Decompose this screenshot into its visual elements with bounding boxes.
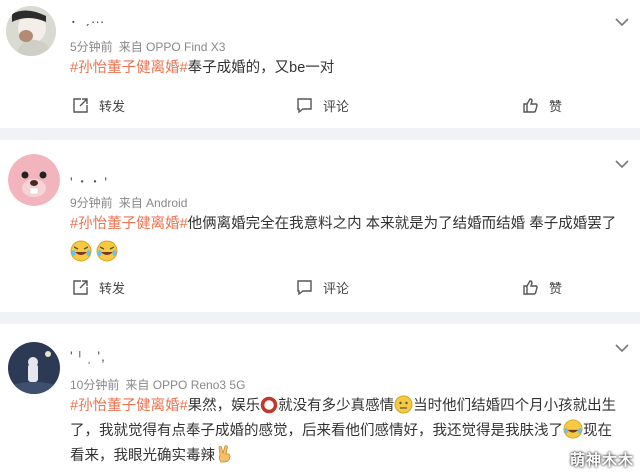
comment-text: #孙怡董子健离婚#他俩离婚完全在我意料之内 本来就是为了结婚而结婚 奉子成婚罢了 bbox=[70, 212, 626, 237]
thumbs-up-icon bbox=[523, 280, 538, 295]
post-meta: 9分钟前 来自 Android bbox=[70, 194, 187, 211]
awkward-smile-emoji-icon bbox=[394, 395, 413, 414]
topic-tag[interactable]: #孙怡董子健离婚# bbox=[70, 398, 188, 414]
avatar[interactable] bbox=[6, 6, 56, 56]
victory-hand-emoji-icon bbox=[218, 445, 231, 463]
chevron-down-icon[interactable] bbox=[614, 14, 630, 30]
comment-label: 评论 bbox=[323, 99, 350, 114]
comment-button[interactable]: 评论 bbox=[296, 278, 349, 297]
comment-text: #孙怡董子健离婚#奉子成婚的，又be一对 bbox=[70, 56, 626, 81]
comment-label: 评论 bbox=[323, 281, 350, 296]
comment-card-2: ' ･ ･ ' 9分钟前 来自 Android #孙怡董子健离婚#他俩离婚完全在我… bbox=[0, 140, 640, 312]
repost-label: 转发 bbox=[99, 99, 126, 114]
post-meta: 5分钟前 来自 OPPO Find X3 bbox=[70, 38, 225, 55]
post-source: 来自 OPPO Reno3 5G bbox=[125, 378, 246, 392]
username[interactable]: ' ･ ･ ' bbox=[70, 172, 108, 192]
repost-label: 转发 bbox=[99, 281, 126, 296]
comment-icon bbox=[297, 98, 312, 114]
post-source: 来自 Android bbox=[118, 196, 188, 210]
ring-emoji-icon bbox=[260, 396, 278, 414]
comment-body: 奉子成婚的，又be一对 bbox=[187, 60, 335, 76]
comment-body-b: 就没有多少真感情 bbox=[278, 398, 395, 414]
laugh-cry-emoji-icon bbox=[70, 240, 92, 262]
post-time: 9分钟前 bbox=[70, 196, 113, 210]
post-meta: 10分钟前 来自 OPPO Reno3 5G bbox=[70, 376, 245, 393]
chevron-down-icon[interactable] bbox=[614, 156, 630, 172]
comment-body: 他俩离婚完全在我意料之内 本来就是为了结婚而结婚 奉子成婚罢了 bbox=[187, 216, 617, 232]
comment-text: #孙怡董子健离婚#果然，娱乐 就没有多少真感情 当时他们结婚四个月小孩就出生了，我就… bbox=[70, 394, 626, 469]
topic-tag[interactable]: #孙怡董子健离婚# bbox=[70, 60, 188, 76]
comment-body-a: 果然，娱乐 bbox=[187, 398, 261, 414]
like-button[interactable]: 赞 bbox=[522, 96, 562, 115]
avatar[interactable] bbox=[8, 342, 60, 394]
topic-tag[interactable]: #孙怡董子健离婚# bbox=[70, 216, 188, 232]
repost-button[interactable]: 转发 bbox=[72, 278, 125, 297]
repost-button[interactable]: 转发 bbox=[72, 96, 125, 115]
avatar[interactable] bbox=[8, 154, 60, 206]
watermark: 萌神木木 bbox=[569, 452, 634, 469]
laugh-cry-emoji-icon bbox=[96, 240, 118, 262]
thumbs-up-icon bbox=[523, 98, 538, 113]
comment-card-1: ．ˏ… 5分钟前 来自 OPPO Find X3 #孙怡董子健离婚#奉子成婚的，又… bbox=[0, 0, 640, 128]
comment-card-3: ' ᴵ ˌ ', 10分钟前 来自 OPPO Reno3 5G #孙怡董子健离婚#… bbox=[0, 324, 640, 476]
comment-button[interactable]: 评论 bbox=[296, 96, 349, 115]
username[interactable]: ' ᴵ ˌ ', bbox=[70, 348, 106, 364]
post-time: 5分钟前 bbox=[70, 40, 113, 54]
post-time: 10分钟前 bbox=[70, 378, 120, 392]
like-button[interactable]: 赞 bbox=[522, 278, 562, 297]
post-source: 来自 OPPO Find X3 bbox=[118, 40, 226, 54]
like-label: 赞 bbox=[549, 281, 563, 296]
username[interactable]: ．ˏ… bbox=[70, 8, 106, 28]
repost-icon bbox=[73, 98, 88, 113]
comment-icon bbox=[297, 280, 312, 296]
laugh-cry-emoji-icon bbox=[563, 419, 583, 439]
emoji-row bbox=[70, 240, 118, 267]
like-label: 赞 bbox=[549, 99, 563, 114]
chevron-down-icon[interactable] bbox=[614, 340, 630, 356]
repost-icon bbox=[73, 280, 88, 295]
